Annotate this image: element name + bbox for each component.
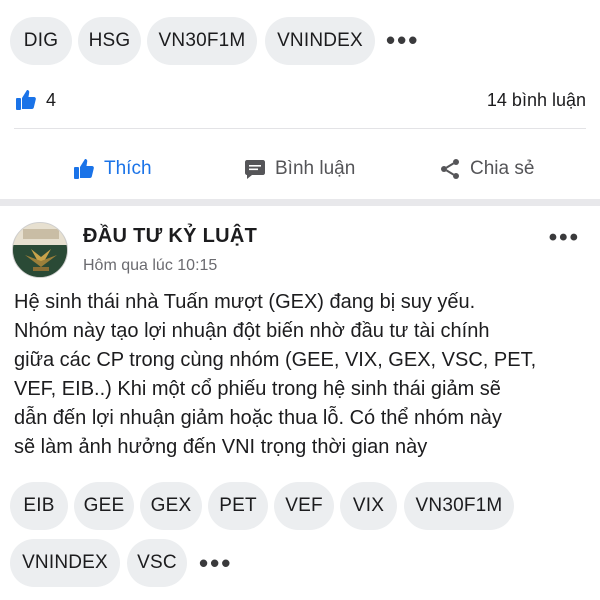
share-button[interactable]: Chia sẻ	[438, 142, 534, 196]
post-line: sẽ làm ảnh hưởng đến VNI trọng thời gian…	[14, 436, 428, 458]
tag-chip-vnindex[interactable]: VNINDEX	[10, 539, 120, 587]
more-tags-button[interactable]: •••	[386, 27, 419, 53]
like-count[interactable]: 4	[46, 90, 56, 111]
post-line: VEF, EIB..) Khi một cổ phiếu trong hệ si…	[14, 378, 501, 400]
share-label: Chia sẻ	[470, 158, 535, 179]
tag-chip-eib[interactable]: EIB	[10, 482, 68, 530]
divider	[14, 128, 586, 129]
comment-count[interactable]: 14 bình luận	[487, 90, 586, 111]
post-line: Nhóm này tạo lợi nhuận đột biến nhờ đầu …	[14, 320, 490, 342]
share-icon	[441, 159, 459, 179]
tag-chip-gex[interactable]: GEX	[140, 482, 202, 530]
avatar-image	[13, 223, 67, 277]
post-body: Hệ sinh thái nhà Tuấn mượt (GEX) đang bị…	[14, 288, 594, 462]
more-tags-button[interactable]: •••	[199, 550, 232, 576]
tag-chip-vn30f1m[interactable]: VN30F1M	[147, 17, 257, 65]
post-options-button[interactable]: •••	[549, 226, 580, 250]
thumbs-up-icon	[74, 159, 94, 179]
tag-chip-vn30f1m[interactable]: VN30F1M	[404, 482, 514, 530]
like-button[interactable]: Thích	[72, 142, 152, 196]
thumbs-up-icon	[16, 90, 36, 110]
comment-button[interactable]: Bình luận	[243, 142, 355, 196]
avatar[interactable]	[12, 222, 68, 278]
post-line: giữa các CP trong cùng nhóm (GEE, VIX, G…	[14, 349, 537, 371]
tag-chip-dig[interactable]: DIG	[10, 17, 72, 65]
comment-icon	[245, 160, 265, 179]
post-timestamp: Hôm qua lúc 10:15	[83, 257, 218, 274]
tag-chip-pet[interactable]: PET	[208, 482, 268, 530]
post-line: dẫn đến lợi nhuận giảm hoặc thua lỗ. Có …	[14, 407, 502, 429]
tag-chip-hsg[interactable]: HSG	[78, 17, 141, 65]
comment-label: Bình luận	[275, 158, 356, 179]
action-bar: Thích Bình luận Chia sẻ	[0, 142, 600, 196]
tag-chip-vnindex[interactable]: VNINDEX	[265, 17, 375, 65]
tag-chip-vix[interactable]: VIX	[340, 482, 397, 530]
tag-chip-gee[interactable]: GEE	[74, 482, 134, 530]
author-name[interactable]: ĐẦU TƯ KỶ LUẬT	[83, 225, 257, 248]
post-line: Hệ sinh thái nhà Tuấn mượt (GEX) đang bị…	[14, 291, 476, 313]
tag-chip-vsc[interactable]: VSC	[127, 539, 187, 587]
section-separator	[0, 199, 600, 206]
like-label: Thích	[104, 158, 152, 179]
post-stats: 4 14 bình luận	[0, 76, 600, 124]
tag-chip-vef[interactable]: VEF	[274, 482, 334, 530]
